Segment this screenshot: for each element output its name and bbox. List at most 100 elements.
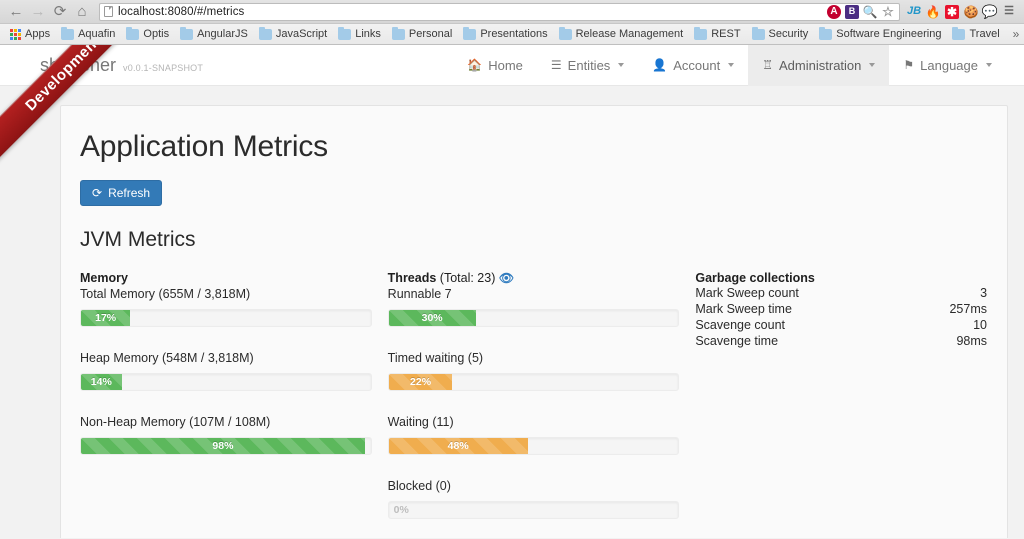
folder-icon (819, 26, 833, 40)
bookmark-angularjs[interactable]: AngularJS (175, 26, 254, 41)
forward-arrow-icon[interactable]: → (28, 2, 48, 22)
table-row: Mark Sweep count 3 (695, 285, 987, 301)
memory-heap-progress: 14% (80, 373, 372, 391)
gc-table: Mark Sweep count 3 Mark Sweep time 257ms… (695, 285, 987, 349)
bookmark-label: JavaScript (275, 28, 328, 40)
metric-label: Runnable 7 (387, 287, 452, 301)
bookmark-label: Release Management (575, 28, 684, 40)
nav-item-entities[interactable]: ☰ Entities (537, 45, 638, 86)
brand-version: v0.0.1-SNAPSHOT (123, 62, 204, 73)
jetbrains-icon[interactable]: JB (907, 5, 921, 19)
threads-timed-waiting-progress: 22% (387, 373, 680, 391)
nav-item-label: Entities (567, 57, 611, 73)
bookmark-label: Apps (25, 28, 51, 40)
nav-item-administration[interactable]: ♖ Administration (748, 45, 890, 86)
gc-row-label: Mark Sweep count (695, 286, 799, 300)
chevron-down-icon (986, 63, 992, 67)
nav-items: 🏠 Home ☰ Entities 👤 Account ♖ Administra… (453, 45, 1006, 86)
bookmark-software-engineering[interactable]: Software Engineering (814, 26, 947, 41)
metric-label: Total Memory (655M / 3,818M) (80, 287, 251, 301)
bookmark-label: AngularJS (197, 28, 248, 40)
progress-bar-fill: 98% (81, 438, 365, 454)
folder-icon (338, 26, 352, 40)
metric-label: Non-Heap Memory (107M / 108M) (80, 415, 271, 429)
folder-icon (180, 26, 194, 40)
threads-title: Threads (Total: 23) 👁 (388, 271, 680, 285)
folder-icon (126, 26, 140, 40)
bookmark-javascript[interactable]: JavaScript (254, 26, 333, 41)
folder-icon (391, 26, 405, 40)
menu-icon[interactable]: ☰ (1002, 5, 1016, 19)
gc-row-value: 257ms (949, 302, 988, 316)
nav-item-label: Language (920, 57, 978, 73)
asterisk-icon[interactable]: ✱ (945, 4, 959, 19)
bookmark-travel[interactable]: Travel (947, 26, 1005, 41)
page-document-icon (104, 6, 113, 17)
cookie-icon[interactable]: 🍪 (964, 5, 979, 19)
refresh-button[interactable]: ⟳ Refresh (80, 180, 163, 206)
gc-row-label: Scavenge count (695, 318, 785, 332)
bookmark-personal[interactable]: Personal (387, 26, 458, 41)
browser-chrome: ← → ⟳ ⌂ localhost:8080/#/metrics A B 🔍 ☆… (0, 0, 1024, 45)
browser-toolbar: ← → ⟳ ⌂ localhost:8080/#/metrics A B 🔍 ☆… (0, 0, 1024, 24)
bookmark-security[interactable]: Security (747, 26, 815, 41)
apps-grid-icon (10, 28, 21, 40)
bookmark-label: Optis (143, 28, 170, 40)
home-icon[interactable]: ⌂ (72, 2, 92, 22)
angular-icon[interactable]: A (827, 4, 841, 19)
nav-item-label: Home (488, 57, 523, 73)
memory-column: Memory Total Memory (655M / 3,818M) 17% … (80, 271, 372, 519)
search-icon[interactable]: 🔍 (863, 5, 878, 19)
address-bar-url: localhost:8080/#/metrics (118, 5, 245, 18)
application-viewport: Development shortener v0.0.1-SNAPSHOT 🏠 … (0, 45, 1024, 538)
chevron-down-icon (618, 63, 625, 67)
threads-total: (Total: 23) (439, 271, 496, 285)
folder-icon (258, 26, 272, 40)
progress-bar-fill: 48% (388, 438, 528, 454)
bookmark-release-management[interactable]: Release Management (554, 26, 690, 41)
progress-bar-fill: 14% (81, 374, 122, 390)
folder-icon (558, 26, 572, 40)
bookmark-aquafin[interactable]: Aquafin (56, 26, 121, 41)
star-icon[interactable]: ☆ (881, 5, 895, 19)
eye-icon[interactable]: 👁 (499, 271, 514, 285)
bookmark-apps[interactable]: Apps (5, 27, 56, 41)
bookmarks-bar: Apps Aquafin Optis AngularJS JavaScript … (0, 24, 1024, 45)
overflow-chevron-icon[interactable]: » (1006, 27, 1024, 41)
folder-icon (463, 26, 477, 40)
gc-row-label: Scavenge time (695, 334, 779, 348)
bookmark-optis[interactable]: Optis (121, 26, 175, 41)
nav-item-language[interactable]: ⚑ Language (889, 45, 1006, 86)
address-bar[interactable]: localhost:8080/#/metrics A B 🔍 ☆ (99, 2, 900, 21)
bookmark-presentations[interactable]: Presentations (458, 26, 553, 41)
user-icon: 👤 (652, 58, 668, 72)
bitwarden-icon[interactable]: B (845, 4, 859, 19)
nav-item-account[interactable]: 👤 Account (638, 45, 748, 86)
metric-label: Blocked (0) (387, 479, 451, 493)
threads-blocked-progress: 0% (387, 501, 680, 519)
flame-icon[interactable]: 🔥 (926, 5, 941, 19)
refresh-icon: ⟳ (92, 186, 103, 200)
gc-row-value: 98ms (956, 334, 988, 348)
memory-total-progress: 17% (80, 309, 372, 327)
flag-icon: ⚑ (903, 58, 915, 72)
home-icon: 🏠 (467, 58, 483, 72)
table-row: Scavenge time 98ms (695, 333, 987, 349)
chevron-down-icon (869, 63, 876, 67)
gc-row-value: 3 (980, 286, 988, 300)
folder-icon (694, 26, 708, 40)
nav-item-label: Account (673, 57, 721, 73)
chat-icon[interactable]: 💬 (982, 5, 998, 19)
bookmark-label: Links (355, 28, 381, 40)
progress-bar-fill: 17% (81, 310, 131, 326)
memory-title: Memory (80, 271, 128, 285)
nav-item-home[interactable]: 🏠 Home (453, 45, 537, 86)
bookmark-label: Aquafin (78, 28, 116, 40)
bookmark-rest[interactable]: REST (689, 26, 746, 41)
reload-icon[interactable]: ⟳ (50, 2, 70, 22)
back-arrow-icon[interactable]: ← (6, 2, 26, 22)
threads-waiting-progress: 48% (387, 437, 680, 455)
bookmark-links[interactable]: Links (333, 26, 387, 41)
refresh-button-label: Refresh (108, 186, 151, 200)
content-card: Application Metrics ⟳ Refresh JVM Metric… (60, 105, 1008, 538)
